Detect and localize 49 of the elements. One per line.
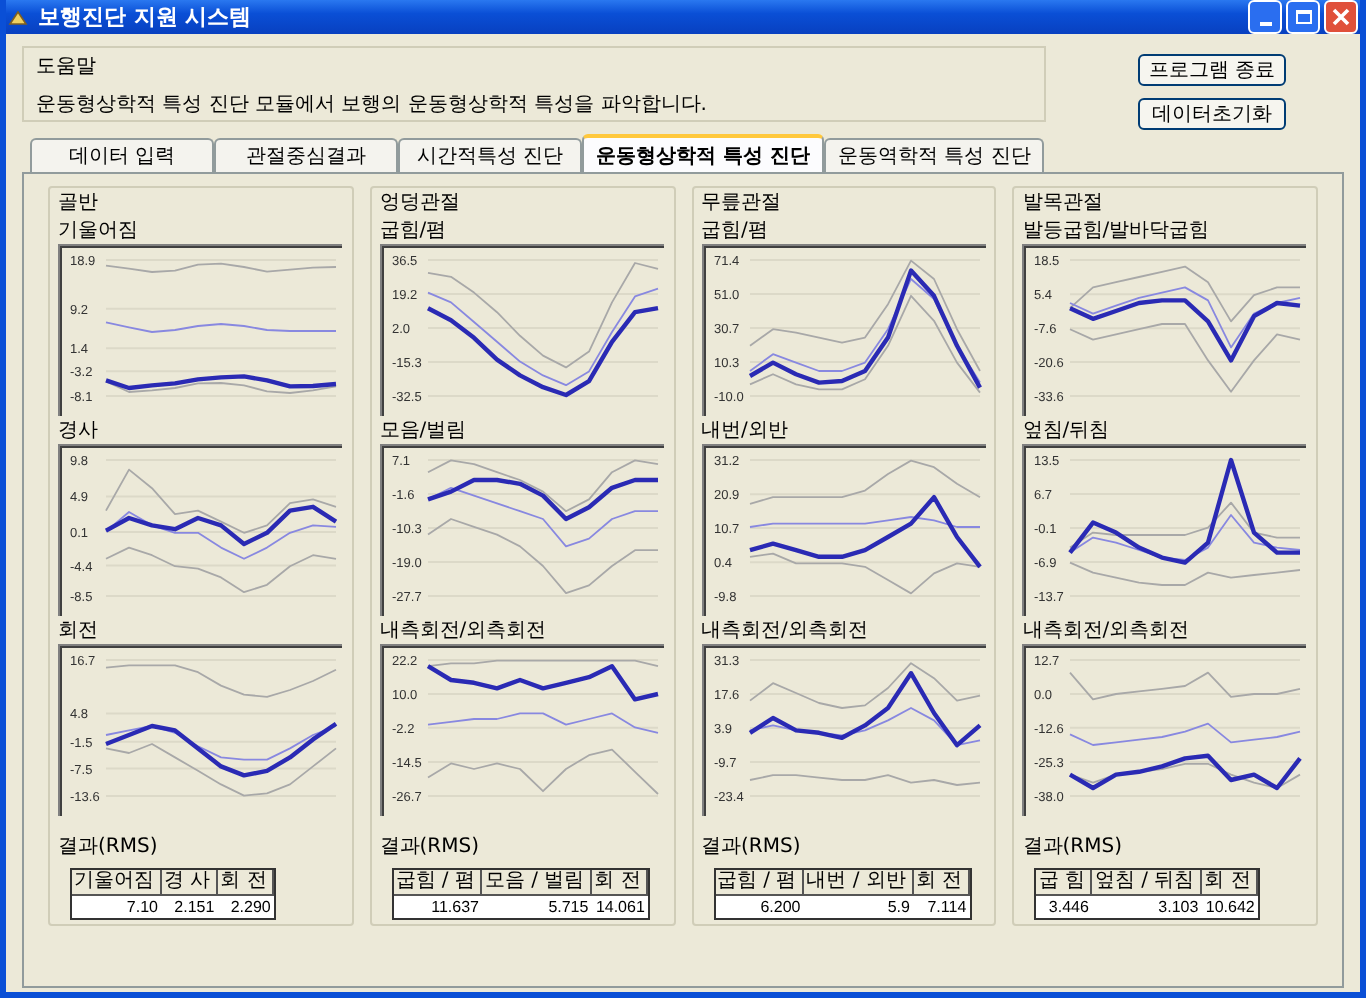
chart-title: 모음/벌림	[379, 420, 469, 444]
minimize-button[interactable]	[1248, 0, 1282, 34]
command-button[interactable]: 데이터초기화	[1138, 98, 1286, 130]
result-label: 결과(RMS)	[1022, 834, 1122, 860]
close-button[interactable]	[1324, 0, 1358, 34]
chart-title: 기울어짐	[58, 220, 140, 244]
chart-title: 경사	[58, 420, 100, 444]
table-cell: 5.715	[482, 896, 593, 918]
result-label: 결과(RMS)	[58, 834, 158, 860]
tab[interactable]: 시간적특성 진단	[398, 138, 582, 172]
chart-title: 내번/외반	[701, 420, 790, 444]
maximize-icon	[1295, 10, 1311, 24]
group-title: 발목관절	[1022, 192, 1103, 216]
tab[interactable]: 운동역학적 특성 진단	[823, 138, 1045, 172]
app-icon	[8, 7, 28, 27]
help-title: 도움말	[36, 54, 98, 80]
tab[interactable]: 운동형상학적 특성 진단	[582, 134, 824, 172]
command-button[interactable]: 프로그램 종료	[1138, 54, 1286, 86]
group-title: 골반	[58, 192, 98, 216]
group-title: 무릎관절	[701, 192, 781, 216]
table-cell: 5.9	[804, 896, 914, 918]
result-label: 결과(RMS)	[701, 834, 801, 860]
table-cell: 14.061	[592, 896, 649, 918]
chart-title: 회전	[58, 620, 100, 644]
table-cell: 3.446	[1036, 896, 1093, 918]
tab[interactable]: 관절중심결과	[214, 138, 398, 172]
close-icon	[1332, 8, 1350, 26]
table-cell: 7.10	[72, 896, 162, 918]
chart-title: 내측회전/외측회전	[1022, 620, 1192, 644]
maximize-button[interactable]	[1286, 0, 1320, 34]
table-cell: 7.114	[913, 896, 971, 918]
table-cell: 10.642	[1202, 896, 1259, 918]
window-title: 보행진단 지원 시스템	[38, 2, 254, 32]
chart-title: 굽힘/폄	[379, 220, 449, 244]
table-cell: 2.151	[162, 896, 219, 918]
chart-title: 내측회전/외측회전	[701, 620, 870, 644]
result-label: 결과(RMS)	[379, 834, 479, 860]
table-cell: 3.103	[1092, 896, 1203, 918]
chart-title: 굽힘/폄	[701, 220, 770, 244]
help-text: 운동형상학적 특성 진단 모듈에서 보행의 운동형상학적 특성을 파악합니다.	[36, 92, 709, 118]
table-cell: 11.637	[393, 896, 483, 918]
minimize-icon	[1259, 22, 1271, 26]
tab[interactable]: 데이터 입력	[30, 138, 214, 172]
group-title: 엉덩관절	[379, 192, 460, 216]
chart-title: 내측회전/외측회전	[379, 620, 549, 644]
chart-title: 엎침/뒤침	[1022, 420, 1112, 444]
table-cell: 6.200	[715, 896, 805, 918]
chart-title: 발등굽힘/발바닥굽힘	[1022, 220, 1212, 244]
table-cell: 2.290	[218, 896, 275, 918]
